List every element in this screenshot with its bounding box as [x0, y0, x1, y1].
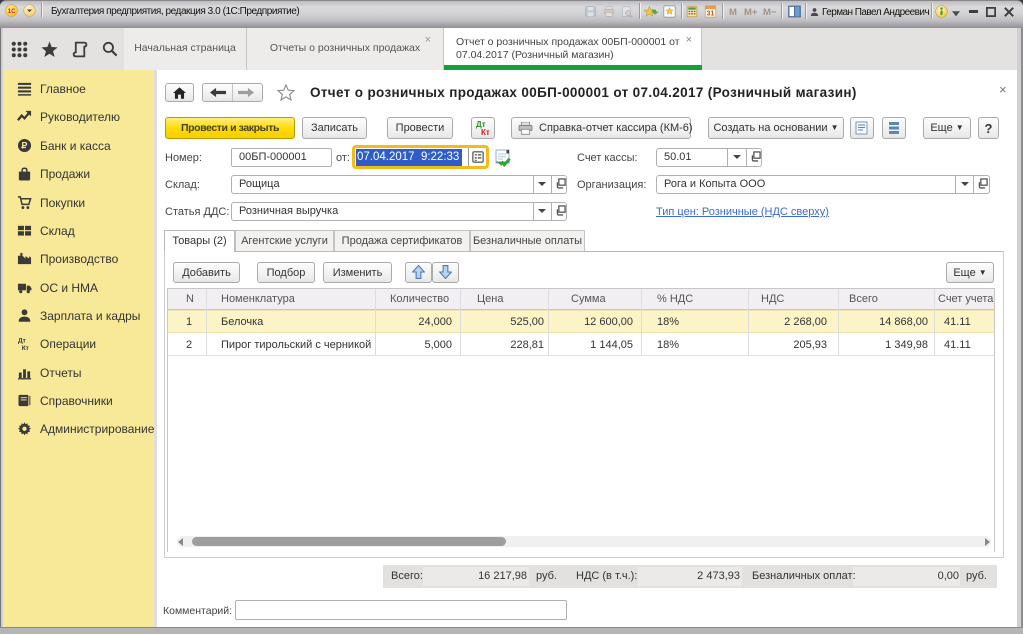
- svg-text:31: 31: [707, 11, 715, 18]
- svg-text:Кт: Кт: [22, 345, 30, 351]
- svg-text:P: P: [22, 141, 28, 151]
- svg-text:1С: 1С: [8, 8, 16, 15]
- svg-text:Дт: Дт: [18, 338, 27, 345]
